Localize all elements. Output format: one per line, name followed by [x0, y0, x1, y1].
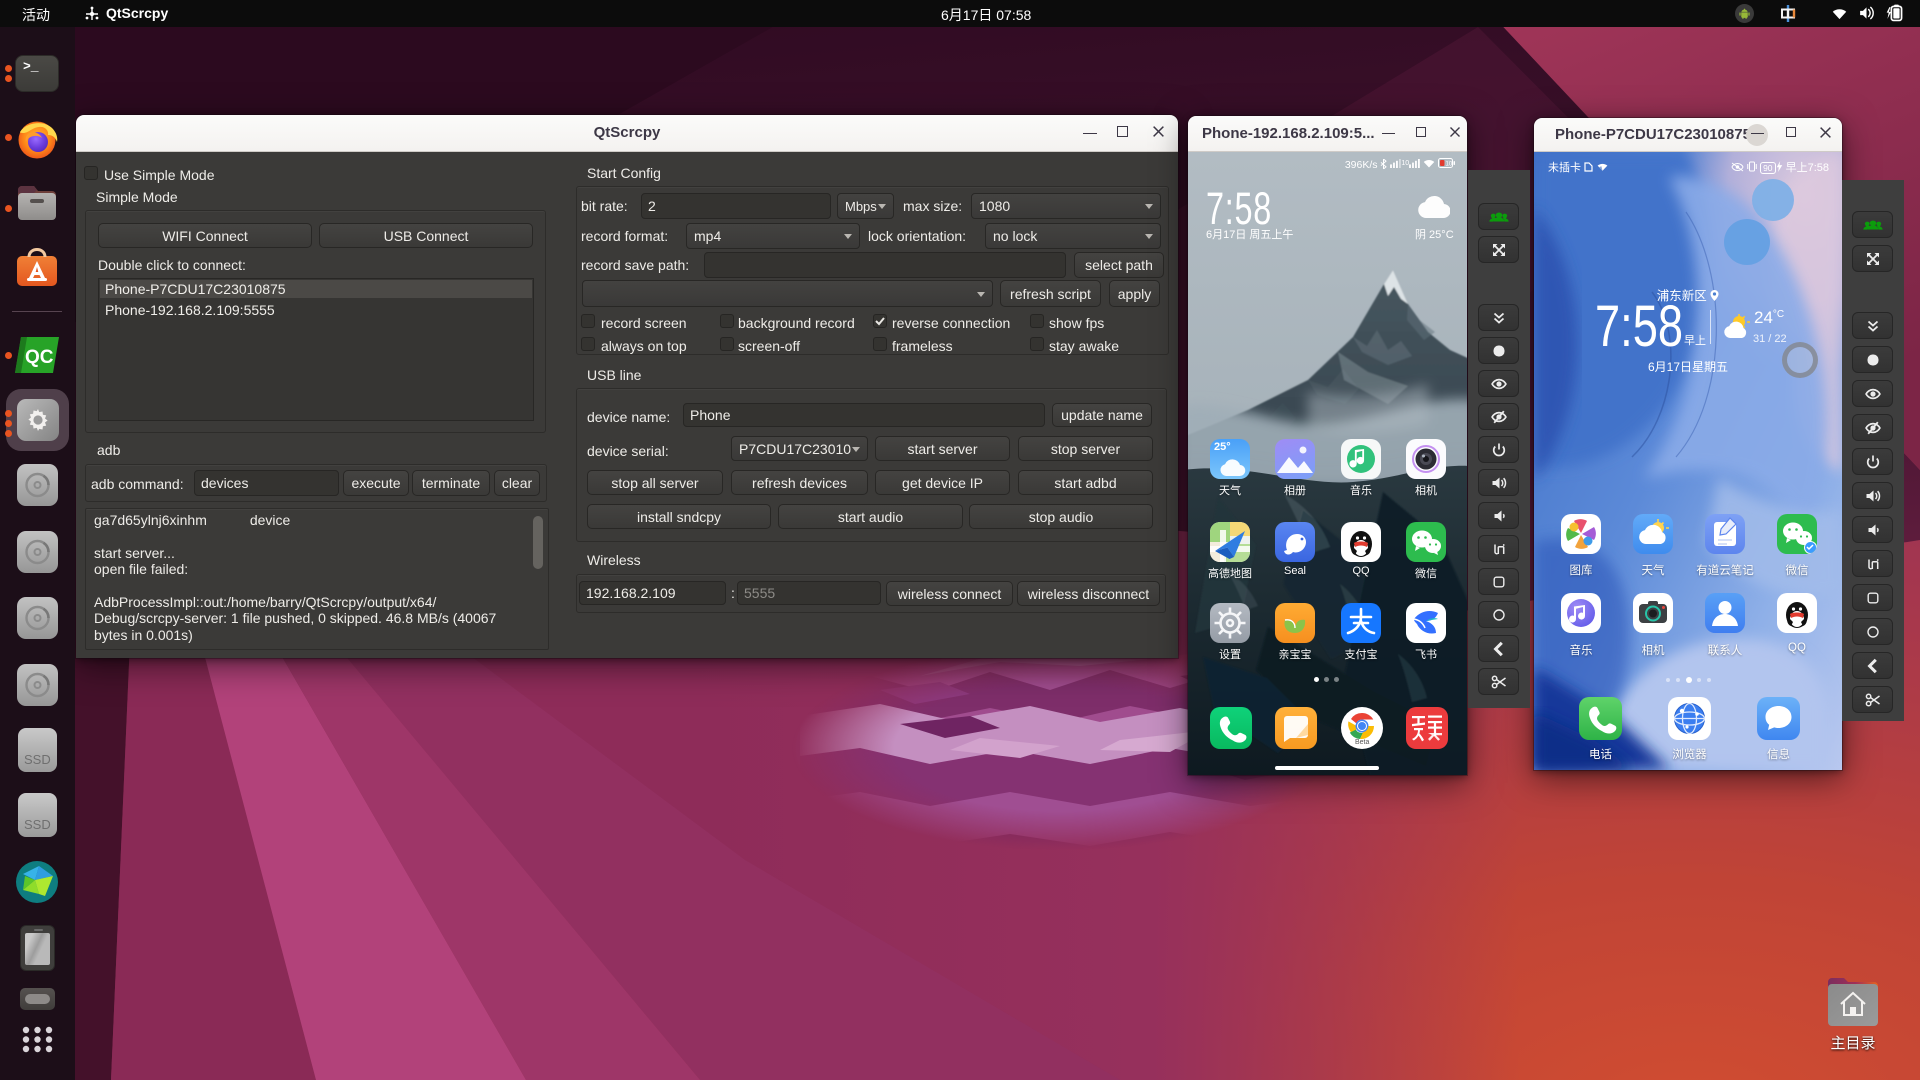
svg-text:10: 10: [1446, 162, 1453, 168]
svg-text:Beta: Beta: [1355, 739, 1370, 746]
svg-text:QC: QC: [25, 347, 54, 368]
